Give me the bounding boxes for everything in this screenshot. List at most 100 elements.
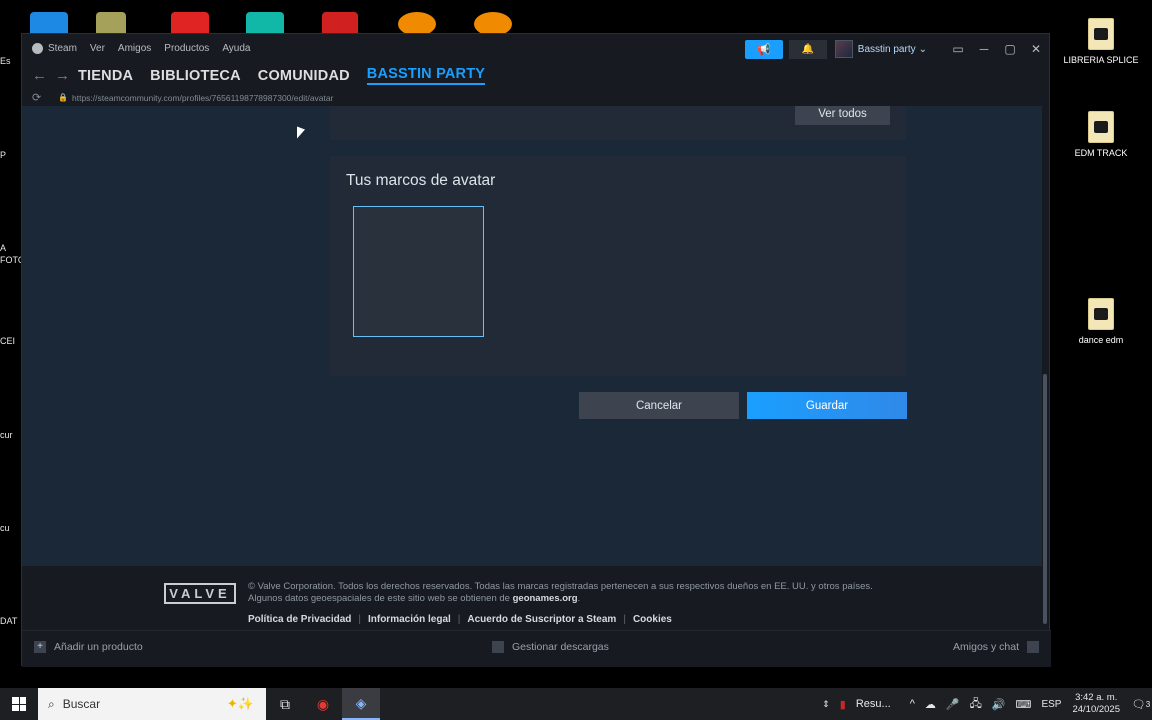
desktop-label-clip: A [0,243,7,253]
downloads-button[interactable]: Gestionar descargas [492,641,609,653]
valve-logo[interactable]: VALVE [164,583,236,604]
bell-icon: 🔔 [801,43,815,55]
footer-links: Política de Privacidad | Información leg… [248,614,672,625]
big-picture-button[interactable]: ▭ [945,42,971,56]
folder-label: LIBRERIA SPLICE [1063,55,1139,65]
browser-icon: ◉ [316,695,330,712]
notifications-center-button[interactable]: 🗨 3 [1130,688,1152,720]
reload-icon[interactable]: ⟳ [32,91,58,104]
chevron-up-icon[interactable]: ^ [910,698,915,710]
legal-text: © Valve Corporation. Todos los derechos … [248,581,908,604]
network-icon[interactable]: 🖧 [970,695,982,714]
title-bar: Steam Ver Amigos Productos Ayuda 📢 🔔 Bas… [22,34,1049,62]
downloads-label: Gestionar descargas [512,641,609,653]
sparkle-icon: ✦✨ [226,696,254,711]
notification-icon: 🗨 [1131,698,1146,711]
page-content: Ver todos Tus marcos de avatar Cancelar … [22,106,1042,566]
nav-comunidad[interactable]: COMUNIDAD [258,68,350,84]
chevron-down-icon: ⌄ [918,43,927,55]
desktop-label-clip: Es [0,56,11,66]
folder-icon [1088,298,1114,330]
desktop-label-clip: P [0,150,7,160]
previous-section-panel: Ver todos [330,106,906,140]
desktop-label-clip: DAT [0,616,18,626]
legal-link[interactable]: Información legal [368,614,451,625]
system-tray: ⇕ ▮ Resu... ^ ☁ 🎤 🖧 🔊 ⌨ ESP 3:42 a. m. 2… [817,688,1152,720]
date: 24/10/2025 [1072,704,1120,715]
folder-icon [1088,18,1114,50]
task-view-icon: ⧉ [280,695,290,712]
back-arrow-icon[interactable]: ← [32,67,55,84]
steam-window: Steam Ver Amigos Productos Ayuda 📢 🔔 Bas… [21,33,1051,667]
desktop-folder[interactable]: EDM TRACK [1051,111,1151,158]
menu-ver[interactable]: Ver [90,43,105,54]
volume-icon[interactable]: 🔊 [992,698,1006,711]
megaphone-icon: 📢 [756,43,771,56]
clock[interactable]: 3:42 a. m. 24/10/2025 [1072,692,1120,716]
ssa-link[interactable]: Acuerdo de Suscriptor a Steam [467,614,616,625]
menu-productos[interactable]: Productos [164,43,209,54]
nav-biblioteca[interactable]: BIBLIOTECA [150,68,241,84]
nba-icon[interactable]: ▮ [840,698,846,711]
desktop-label-clip: FOTO [0,255,22,265]
taskbar-search[interactable]: ⌕ Buscar ✦✨ [38,688,266,720]
steam-logo-icon [32,42,43,54]
steam-icon: ◈ [355,694,367,711]
section-title: Tus marcos de avatar [346,172,496,189]
notification-count: 3 [1145,699,1151,709]
desktop-label-clip: cu [0,523,10,533]
user-menu[interactable]: Basstin party ⌄ [834,40,927,58]
search-icon: ⌕ [48,696,55,711]
forward-arrow-icon[interactable]: → [55,67,78,84]
avatar-frames-panel: Tus marcos de avatar [330,156,906,376]
view-all-button[interactable]: Ver todos [795,106,890,125]
notifications-button[interactable]: 🔔 [788,39,827,59]
minimize-button[interactable]: ─ [971,42,997,56]
geonames-link[interactable]: geonames.org [513,593,578,604]
scrollbar[interactable] [1043,374,1047,624]
close-button[interactable]: ✕ [1023,42,1049,56]
nav-tienda[interactable]: TIENDA [78,68,133,84]
save-button[interactable]: Guardar [747,392,907,419]
desktop-label-clip: CEI [0,336,16,346]
friends-chat-button[interactable]: Amigos y chat [953,641,1039,653]
menu-ayuda[interactable]: Ayuda [222,43,250,54]
legal-line-2: Algunos datos geoespaciales de este siti… [248,592,581,604]
add-product-label: Añadir un producto [54,641,143,653]
desktop-label-clip: cur [0,430,13,440]
pinned-app-label[interactable]: Resu... [856,698,891,710]
menu-steam[interactable]: Steam [48,43,77,54]
url-text[interactable]: https://steamcommunity.com/profiles/7656… [72,93,333,103]
task-view-button[interactable]: ⧉ [266,688,304,720]
cloud-icon[interactable]: ☁ [925,698,936,711]
avatar-frame-slot[interactable] [353,206,484,337]
nav-bar: ← → TIENDA BIBLIOTECA COMUNIDAD BASSTIN … [22,62,1049,89]
cancel-button[interactable]: Cancelar [579,392,739,419]
separator: | [457,614,461,625]
keyboard-icon[interactable]: ⌨ [1016,698,1032,711]
add-product-button[interactable]: + Añadir un producto [34,641,143,653]
microphone-icon[interactable]: 🎤 [946,698,960,711]
legal-line-2-prefix: Algunos datos geoespaciales de este siti… [248,592,513,604]
privacy-link[interactable]: Política de Privacidad [248,614,351,625]
steam-taskbar-button[interactable]: ◈ [342,688,380,720]
avatar [834,40,853,58]
taskbar: ⌕ Buscar ✦✨ ⧉ ◉ ◈ ⇕ ▮ Resu... ^ ☁ 🎤 🖧 🔊 … [0,688,1152,720]
desktop-folder[interactable]: LIBRERIA SPLICE [1051,18,1151,65]
start-button[interactable] [0,688,38,720]
client-bottom-bar: + Añadir un producto Gestionar descargas… [22,630,1051,667]
page-footer: VALVE © Valve Corporation. Todos los der… [22,567,1042,627]
nav-profile[interactable]: BASSTIN PARTY [366,66,486,85]
menu-amigos[interactable]: Amigos [118,43,151,54]
language-indicator[interactable]: ESP [1041,699,1061,710]
windows-logo-icon [12,697,26,711]
announcements-button[interactable]: 📢 [744,39,783,59]
desktop-folder[interactable]: dance edm [1051,298,1151,345]
chrome-taskbar-button[interactable]: ◉ [304,688,342,720]
cookies-link[interactable]: Cookies [633,614,672,625]
url-bar: ⟳ 🔒 https://steamcommunity.com/profiles/… [22,89,1049,106]
monitor-icon: ▭ [952,42,964,56]
maximize-button[interactable]: ▢ [997,42,1023,56]
scroll-arrows-icon[interactable]: ⇕ [822,699,830,710]
title-bar-controls: 📢 🔔 Basstin party ⌄ ▭ ─ ▢ ✕ [744,38,1049,60]
